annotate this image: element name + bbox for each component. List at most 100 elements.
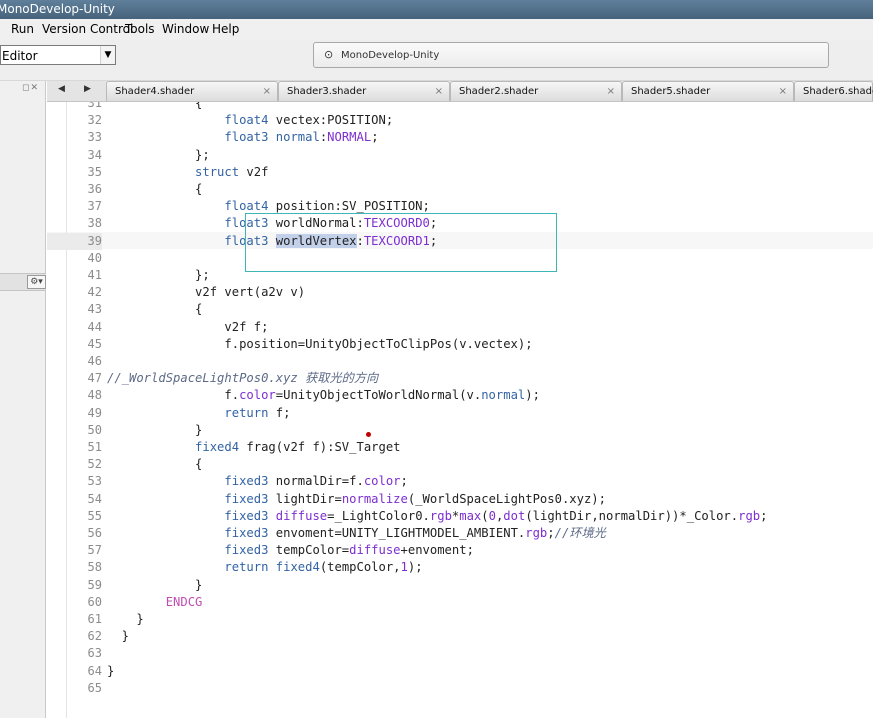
line-number: 60 — [87, 595, 102, 609]
code-editor[interactable]: 31 {32 float4 vectex:POSITION; 33 float3 … — [0, 0, 873, 718]
line-number: 46 — [87, 354, 102, 368]
code-token: color — [363, 474, 401, 488]
code-token: (lightDir,normalDir))*_Color. — [525, 509, 739, 523]
code-token: ); — [407, 560, 423, 574]
line-number: 63 — [87, 646, 102, 660]
code-line[interactable]: struct v2f — [107, 164, 268, 181]
code-token: } — [107, 423, 203, 437]
code-line[interactable]: fixed3 normalDir=f.color; — [107, 473, 407, 490]
code-token: v2f — [239, 165, 269, 179]
close-icon[interactable]: × — [779, 82, 787, 102]
code-line[interactable]: } — [107, 663, 114, 680]
line-number: 38 — [87, 216, 102, 230]
code-token: diffuse — [349, 543, 401, 557]
code-line[interactable]: v2f f; — [107, 319, 268, 336]
line-number: 41 — [87, 268, 102, 282]
code-token: normal — [481, 388, 526, 402]
line-number: 62 — [87, 629, 102, 643]
code-token: fixed3 — [107, 509, 269, 523]
code-line[interactable]: fixed3 diffuse=_LightColor0.rgb*max(0,do… — [107, 508, 767, 525]
line-number: 65 — [87, 681, 102, 695]
toolbar: Editor ▼ ⊙ MonoDevelop-Unity — [0, 40, 873, 81]
line-number: 48 — [87, 388, 102, 402]
code-token: tempColor= — [268, 543, 350, 557]
line-number: 55 — [87, 509, 102, 523]
chevron-down-icon[interactable]: ▼ — [100, 46, 115, 64]
code-token: frag(v2f f):SV_Target — [239, 440, 401, 454]
code-line[interactable]: fixed3 envoment=UNITY_LIGHTMODEL_AMBIENT… — [107, 525, 605, 542]
code-line[interactable]: }; — [107, 147, 210, 164]
code-token: } — [107, 578, 203, 592]
code-token: 1 — [400, 560, 408, 574]
configuration-select[interactable]: Editor ▼ — [0, 45, 116, 65]
pad-dock-close-icon[interactable]: ◻✕ — [22, 83, 39, 93]
menu-help[interactable]: Help — [212, 22, 239, 36]
tab-shader6[interactable]: Shader6.shader — [794, 81, 873, 101]
code-line[interactable]: { — [107, 301, 202, 318]
code-token: ; — [547, 526, 555, 540]
mouse-cursor-icon — [366, 432, 371, 437]
code-token: } — [107, 629, 130, 643]
code-line[interactable]: //_WorldSpaceLightPos0.xyz 获取光的方向 — [107, 370, 378, 387]
configuration-value: Editor — [2, 49, 38, 63]
code-line[interactable]: float3 normal:NORMAL; — [107, 129, 378, 146]
close-icon[interactable]: × — [263, 82, 271, 102]
code-line[interactable]: }; — [107, 267, 210, 284]
code-token: float4 — [107, 113, 269, 127]
code-line[interactable]: return f; — [107, 405, 290, 422]
code-token: fixed4 — [107, 440, 240, 454]
code-line[interactable]: fixed3 lightDir=normalize(_WorldSpaceLig… — [107, 491, 606, 508]
code-token: vectex:POSITION; — [268, 113, 394, 127]
line-number: 32 — [87, 113, 102, 127]
code-token: ( — [481, 509, 489, 523]
code-token: rgb — [738, 509, 761, 523]
tab-scroll-right-icon[interactable]: ▶ — [84, 84, 91, 94]
code-token: color — [239, 388, 276, 402]
menu-tools[interactable]: Tools — [125, 22, 155, 36]
tab-shader4[interactable]: Shader4.shader × — [106, 81, 278, 101]
menu-window[interactable]: Window — [162, 22, 209, 36]
code-line[interactable]: return fixed4(tempColor,1); — [107, 559, 423, 576]
line-number: 37 — [87, 199, 102, 213]
tab-shader5[interactable]: Shader5.shader × — [622, 81, 794, 101]
status-area: ⊙ MonoDevelop-Unity — [313, 42, 829, 68]
code-token: rgb — [525, 526, 548, 540]
tab-shader3[interactable]: Shader3.shader × — [278, 81, 450, 101]
line-number: 36 — [87, 182, 102, 196]
code-line[interactable]: f.color=UnityObjectToWorldNormal(v.norma… — [107, 387, 540, 404]
code-line[interactable]: { — [107, 181, 202, 198]
line-number: 35 — [87, 165, 102, 179]
line-number: 64 — [87, 664, 102, 678]
line-number: 40 — [87, 251, 102, 265]
code-token: lightDir= — [268, 492, 342, 506]
close-icon[interactable]: × — [607, 82, 615, 102]
close-icon[interactable]: × — [435, 82, 443, 102]
code-line[interactable]: { — [107, 456, 202, 473]
code-line[interactable]: fixed3 tempColor=diffuse+envoment; — [107, 542, 474, 559]
code-line[interactable]: } — [107, 611, 143, 628]
gear-icon[interactable]: ⚙▾ — [27, 275, 46, 289]
tab-scroll-left-icon[interactable]: ◀ — [58, 84, 65, 94]
code-token: normalDir=f. — [268, 474, 364, 488]
tab-label: Shader4.shader — [115, 86, 195, 97]
code-line[interactable]: ENDCG — [107, 594, 203, 611]
code-line[interactable]: } — [107, 422, 202, 439]
line-number: 43 — [87, 302, 102, 316]
code-line[interactable]: f.position=UnityObjectToClipPos(v.vectex… — [107, 336, 533, 353]
code-token: f.position=UnityObjectToClipPos(v.vectex… — [107, 337, 533, 351]
menu-version-control[interactable]: Version Control — [42, 22, 133, 36]
code-line[interactable]: } — [107, 628, 129, 645]
line-number: 44 — [87, 320, 102, 334]
monodevelop-status-icon: ⊙ — [324, 48, 334, 61]
menu-run[interactable]: Run — [11, 22, 34, 36]
code-token: (tempColor, — [319, 560, 401, 574]
code-token: fixed4 — [275, 560, 320, 574]
code-token: struct — [107, 165, 240, 179]
code-line[interactable]: float4 vectex:POSITION; — [107, 112, 393, 129]
code-line[interactable]: fixed4 frag(v2f f):SV_Target — [107, 439, 401, 456]
code-line[interactable]: v2f vert(a2v v) — [107, 284, 305, 301]
code-token: ); — [525, 388, 540, 402]
tab-shader2[interactable]: Shader2.shader × — [450, 81, 622, 101]
code-line[interactable]: } — [107, 577, 202, 594]
